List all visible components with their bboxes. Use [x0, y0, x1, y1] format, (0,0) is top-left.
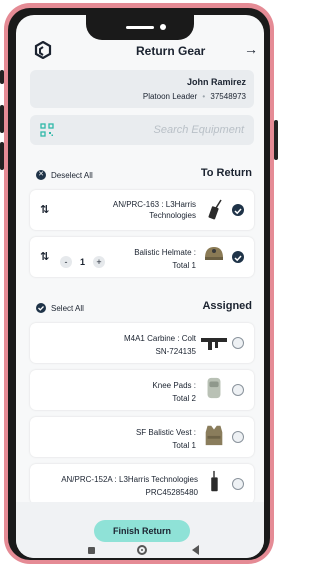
select-all-label: Select All [51, 303, 84, 313]
check-icon [234, 208, 242, 215]
total-label: Total [172, 394, 190, 403]
item-title: M4A1 Carbine : Colt [123, 334, 196, 343]
item-serial: PRC45285480 [145, 488, 198, 497]
user-card: John Ramirez Platoon Leader • 37548973 [30, 70, 254, 108]
app-screen: Return Gear → John Ramirez Platoon Leade… [16, 15, 264, 558]
user-role: Platoon Leader [142, 92, 198, 101]
check-circle-icon [36, 303, 46, 313]
front-camera [160, 24, 166, 30]
to-return-title: To Return [200, 167, 252, 179]
total-label: Total [172, 261, 190, 270]
list-item[interactable]: ⇅ - 1 + Balistic Helmate : Total 1 [30, 237, 254, 277]
search-input[interactable]: Search Equipment [154, 124, 245, 136]
decrement-button[interactable]: - [60, 256, 72, 268]
list-item[interactable]: ⇅ AN/PRC-163 : L3Harris Technologies [30, 190, 254, 230]
list-item[interactable]: AN/PRC-152A : L3Harris Technologies PRC4… [30, 464, 254, 504]
finish-return-button[interactable]: Finish Return [94, 520, 190, 542]
checkbox-checked[interactable] [232, 251, 244, 263]
item-serial: SN-724135 [155, 347, 196, 356]
close-circle-icon: ✕ [36, 170, 46, 180]
checkbox-checked[interactable] [232, 204, 244, 216]
user-role-line: Platoon Leader • 37548973 [143, 92, 246, 101]
volume-down-button [0, 142, 4, 170]
total-value: 2 [191, 394, 196, 403]
item-title-line2: Technologies [149, 211, 196, 220]
swap-icon[interactable]: ⇅ [40, 250, 49, 263]
speaker [126, 26, 154, 29]
item-title: AN/PRC-163 : L3Harris Technologies [113, 199, 196, 221]
total-value: 1 [191, 261, 196, 270]
recent-apps-icon[interactable] [88, 547, 95, 554]
app-logo-icon [34, 41, 52, 59]
qr-scan-icon[interactable] [40, 123, 54, 137]
deselect-all-button[interactable]: ✕ Deselect All [36, 170, 93, 180]
item-title: AN/PRC-152A : L3Harris Technologies [61, 475, 198, 484]
user-id: 37548973 [210, 92, 246, 101]
volume-up-button [0, 105, 4, 133]
assigned-title: Assigned [202, 300, 252, 312]
rifle-thumbnail-icon [201, 338, 227, 350]
swap-icon[interactable]: ⇅ [40, 203, 49, 216]
home-icon[interactable] [137, 545, 147, 555]
quantity-stepper: - 1 + [60, 256, 106, 268]
knee-pads-thumbnail-icon [207, 377, 221, 399]
list-item[interactable]: Knee Pads : Total 2 [30, 370, 254, 410]
side-button [0, 70, 4, 84]
deselect-all-label: Deselect All [51, 170, 93, 180]
user-name: John Ramirez [186, 77, 246, 87]
system-navbar [16, 545, 264, 558]
radio-thumbnail-icon [208, 199, 222, 220]
search-bar[interactable]: Search Equipment [30, 115, 254, 145]
total-value: 1 [191, 441, 196, 450]
arrow-right-icon[interactable]: → [244, 41, 258, 57]
helmet-thumbnail-icon [205, 247, 223, 260]
list-item[interactable]: SF Balistic Vest : Total 1 [30, 417, 254, 457]
increment-button[interactable]: + [93, 256, 106, 268]
separator-dot: • [202, 92, 206, 101]
radio-thumbnail-icon [211, 470, 218, 492]
checkbox-unchecked[interactable] [232, 478, 244, 490]
item-total: Total 1 [172, 441, 196, 450]
checkbox-unchecked[interactable] [232, 431, 244, 443]
total-label: Total [172, 441, 190, 450]
item-title-line1: AN/PRC-163 : L3Harris [112, 200, 196, 209]
vest-thumbnail-icon [205, 425, 223, 446]
back-icon[interactable] [192, 545, 199, 555]
quantity-value: 1 [80, 257, 86, 267]
power-button [274, 120, 278, 160]
checkbox-unchecked[interactable] [232, 384, 244, 396]
item-total: Total 1 [172, 261, 196, 270]
select-all-button[interactable]: Select All [36, 303, 84, 313]
check-icon [234, 255, 242, 262]
item-title: Knee Pads : [152, 381, 196, 390]
checkbox-unchecked[interactable] [232, 337, 244, 349]
camera-notch [86, 14, 194, 40]
page-title: Return Gear [136, 44, 206, 58]
item-total: Total 2 [172, 394, 196, 403]
item-title: SF Balistic Vest : [135, 428, 196, 437]
item-title: Balistic Helmate : [134, 248, 196, 257]
list-item[interactable]: M4A1 Carbine : Colt SN-724135 [30, 323, 254, 363]
